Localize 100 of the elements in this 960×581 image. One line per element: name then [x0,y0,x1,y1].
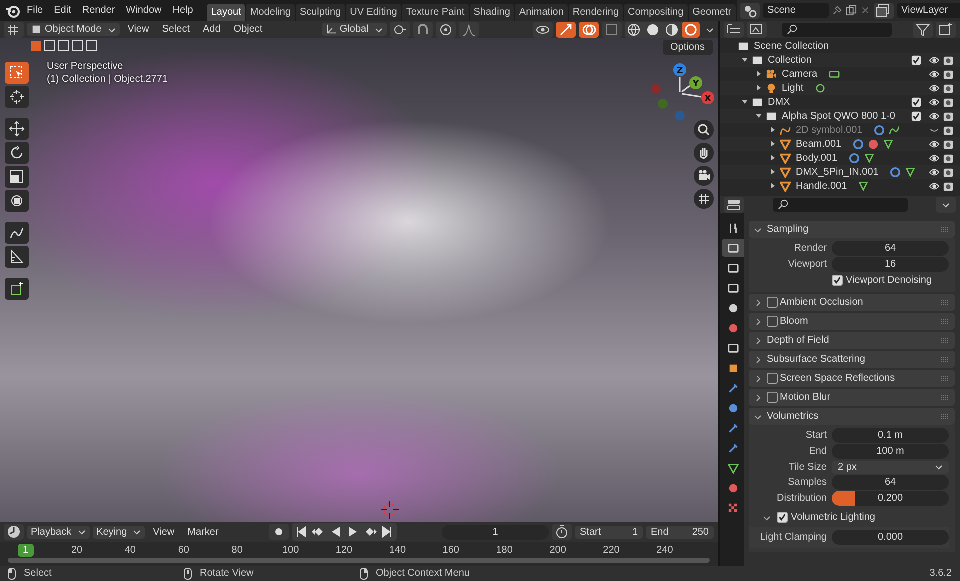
caret-icon[interactable] [706,26,714,34]
end-frame-value[interactable]: 250 [692,526,709,538]
axis-dot[interactable] [690,76,702,90]
panel-header[interactable]: Subsurface Scattering [749,351,955,368]
curve-data-icon[interactable] [888,124,900,136]
record-icon[interactable] [268,524,289,540]
number-field[interactable]: 16 [832,257,949,272]
panel-header[interactable]: Depth of Field [749,332,955,349]
menu-item[interactable]: Marker [182,526,224,538]
copy-icon[interactable] [846,5,857,16]
axis-dot[interactable] [674,64,686,76]
workspace-tab[interactable]: Modeling [246,4,295,21]
modifier-ring-icon[interactable] [848,152,860,164]
expand-arrow-icon[interactable] [741,98,749,106]
scene-name-field[interactable]: Scene [762,3,829,18]
axis-dot[interactable] [702,92,714,104]
menu-item[interactable]: Object [228,24,268,35]
menu-dropdown[interactable]: Keying [92,526,146,538]
menu-item[interactable]: File [22,5,48,16]
tool-button[interactable] [5,166,29,188]
modifier-ring-icon[interactable] [890,166,901,178]
workspace-tab[interactable]: Texture Paint [402,4,469,21]
camera-icon[interactable] [694,166,714,186]
expand-arrow-icon[interactable] [755,84,763,92]
panel-header[interactable]: Volumetrics [749,408,955,425]
outliner-item[interactable]: Body.001 [796,152,838,164]
eye-icon[interactable] [929,180,940,192]
outliner-item[interactable]: Light [782,82,804,94]
tool-button[interactable] [5,190,29,212]
camera-icon[interactable] [943,82,954,94]
checkbox[interactable] [777,512,788,523]
panel-header[interactable]: Screen Space Reflections [749,370,955,387]
eye-icon[interactable] [929,138,940,150]
eye-icon[interactable] [929,96,940,108]
camera-icon[interactable] [943,138,954,150]
number-field[interactable]: 0.000 [832,530,949,545]
camera-icon[interactable] [943,180,954,192]
eye-icon[interactable] [929,54,940,66]
camera-icon[interactable] [943,96,954,108]
zoom-icon[interactable] [694,120,714,140]
pivot-icon[interactable] [390,22,410,38]
tool-button[interactable] [5,118,29,140]
eye-icon[interactable] [929,152,940,164]
camera-data-icon[interactable] [828,68,840,80]
expand-arrow-icon[interactable] [769,154,777,162]
search-field[interactable] [782,22,892,36]
checkbox[interactable] [911,96,922,108]
menu-item[interactable]: Select [157,24,195,35]
current-frame-field[interactable]: 1 [442,524,549,540]
outliner-item[interactable]: Camera [782,68,818,80]
checkbox[interactable] [767,316,778,327]
modifier-ring-icon[interactable] [874,124,885,136]
checkbox[interactable] [767,392,778,403]
outliner-item[interactable]: DMX [768,96,790,108]
properties-tab[interactable] [722,239,744,257]
panel-header[interactable]: Sampling [749,221,955,238]
tool-button[interactable] [5,246,29,268]
filter-icon[interactable] [913,22,933,38]
xray-icon[interactable] [602,22,622,38]
viewport-render[interactable]: User Perspective (1) Collection | Object.2771 Options Z Y X [0,38,718,522]
clock-icon[interactable] [4,524,24,540]
shading-mode-icon[interactable] [682,22,700,38]
number-field[interactable]: 0.1 m [832,428,949,443]
orientation-dropdown[interactable]: Global [322,23,387,36]
workspace-tab[interactable]: Animation [515,4,568,21]
material-ball-icon[interactable] [868,138,879,150]
playhead-frame-label[interactable]: 1 [18,544,34,557]
start-frame-value[interactable]: 1 [632,526,638,538]
menu-item[interactable]: Window [121,5,167,16]
negative-axis-dot[interactable] [658,99,668,109]
negative-axis-dot[interactable] [651,84,661,94]
menu-dropdown[interactable]: Playback [27,526,90,538]
camera-icon[interactable] [943,68,954,80]
tool-button[interactable] [5,222,29,244]
camera-icon[interactable] [943,166,954,178]
panel-header[interactable]: Motion Blur [749,389,955,406]
menu-item[interactable]: Edit [49,5,76,16]
number-field[interactable]: 64 [832,475,949,490]
camera-icon[interactable] [943,152,954,164]
menu-item[interactable]: Render [77,5,120,16]
number-field[interactable]: 64 [832,241,949,256]
expand-arrow-icon[interactable] [741,56,749,64]
slider-field[interactable]: 0.200 [832,491,949,506]
menu-item[interactable]: View [122,24,154,35]
menu-item[interactable]: Add [198,24,226,35]
expand-arrow-icon[interactable] [755,70,763,78]
eye-icon[interactable] [929,166,940,178]
editor-type-icon[interactable] [4,22,24,38]
mesh-data-icon[interactable] [858,180,870,192]
camera-icon[interactable] [943,54,954,66]
mesh-data-icon[interactable] [904,166,916,178]
mesh-data-icon[interactable] [882,138,894,150]
outliner-item[interactable]: Handle.001 [796,180,848,192]
workspace-tab[interactable]: Layout [207,4,246,21]
tool-button[interactable] [5,62,29,84]
menu-item[interactable]: View [148,526,180,538]
proportional-edit-icon[interactable] [436,22,456,38]
pin-icon[interactable] [832,5,843,16]
number-field[interactable]: 100 m [832,444,949,459]
camera-icon[interactable] [943,110,954,122]
